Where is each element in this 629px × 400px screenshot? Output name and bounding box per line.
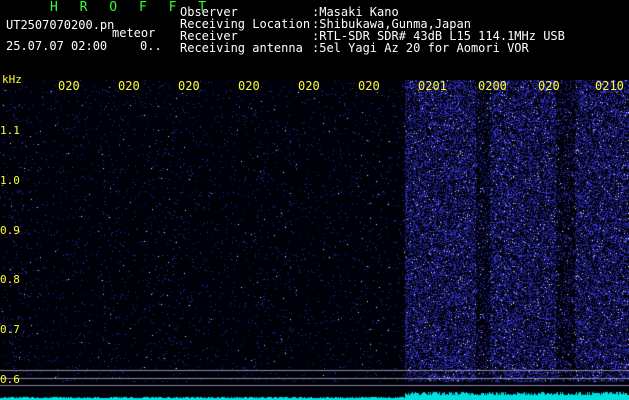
y-tick-label: 0.6	[0, 373, 20, 386]
x-tick-label: 0200	[478, 79, 507, 93]
header-panel: H R O F F T UT2507070200.pn meteor 25.07…	[0, 0, 629, 80]
y-axis-unit: kHz	[2, 73, 22, 86]
x-tick-label: 020	[58, 79, 80, 93]
x-tick-label: 0210	[595, 79, 624, 93]
x-tick-label: 020	[298, 79, 320, 93]
y-tick-label: 0.9	[0, 223, 20, 237]
y-tick-label: 0.8	[0, 273, 20, 287]
file-name: UT2507070200.pn	[6, 18, 115, 32]
x-tick-label: 0201	[418, 79, 447, 93]
count-value: 0..	[140, 39, 162, 53]
antenna-value: :5el Yagi Az 20 for Aomori VOR	[312, 41, 529, 55]
antenna-label: Receiving antenna	[180, 41, 303, 55]
x-tick-label: 020	[358, 79, 380, 93]
spectrogram-canvas	[0, 80, 629, 400]
x-tick-label: 020	[178, 79, 200, 93]
x-tick-label: 020	[538, 79, 560, 93]
date-time: 25.07.07 02:00	[6, 39, 108, 53]
mode-label: meteor	[112, 26, 156, 40]
y-tick-label: 1.0	[0, 173, 20, 187]
x-tick-label: 020	[238, 79, 260, 93]
y-tick-label: 1.1	[0, 124, 20, 137]
x-tick-label: 020	[118, 79, 140, 93]
y-tick-label: 0.7	[0, 323, 20, 337]
